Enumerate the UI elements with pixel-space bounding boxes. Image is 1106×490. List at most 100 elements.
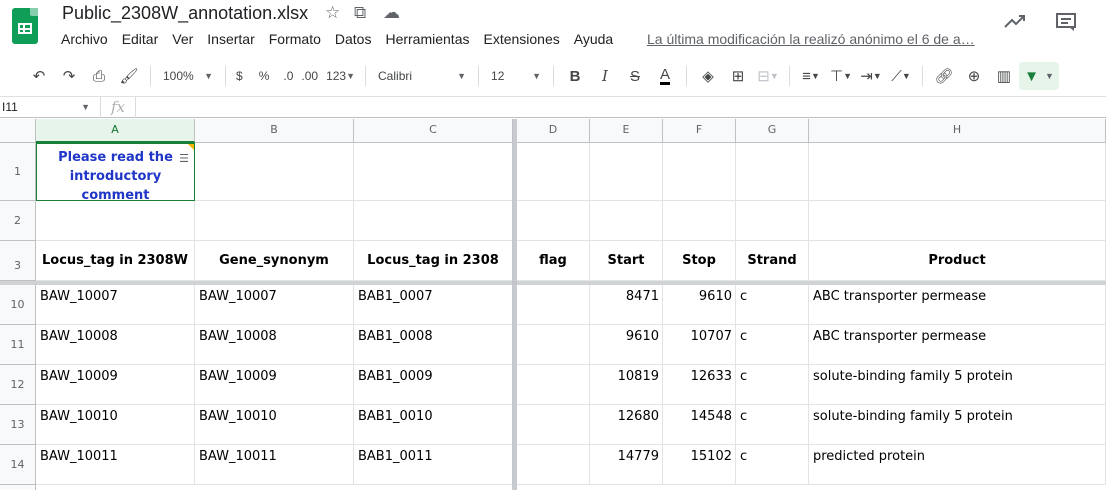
- table-row-cell-stop[interactable]: 10707: [663, 325, 736, 365]
- cell-h1[interactable]: [809, 143, 1106, 201]
- menu-archivo[interactable]: Archivo: [61, 31, 108, 47]
- table-row-cell-strand[interactable]: c: [736, 405, 809, 445]
- insert-chart-icon[interactable]: ▥: [989, 62, 1019, 90]
- cell-a1-note[interactable]: Please read the introductory comment ☰: [36, 143, 195, 201]
- cell-f2[interactable]: [663, 201, 736, 241]
- frozen-columns-divider[interactable]: [512, 119, 517, 490]
- menu-datos[interactable]: Datos: [335, 31, 372, 47]
- strikethrough-button[interactable]: S: [620, 62, 650, 90]
- table-row-cell-strand[interactable]: c: [736, 285, 809, 325]
- frozen-rows-divider[interactable]: [0, 281, 1106, 285]
- insert-comment-icon[interactable]: ⊕: [959, 62, 989, 90]
- select-all-corner[interactable]: [0, 119, 36, 143]
- cell-g2[interactable]: [736, 201, 809, 241]
- cell-e2[interactable]: [590, 201, 663, 241]
- table-row-cell-flag[interactable]: [517, 365, 590, 405]
- comments-icon[interactable]: [1055, 12, 1077, 38]
- table-row-cell-locus-2308w[interactable]: BAW_10008: [36, 325, 195, 365]
- filter-icon[interactable]: ▼ ▼: [1019, 62, 1060, 90]
- table-row-cell-flag[interactable]: [517, 445, 590, 485]
- table-row-cell-gene-synonym[interactable]: BAW_10011: [195, 445, 354, 485]
- table-row-cell-product[interactable]: solute-binding family 5 protein: [809, 405, 1106, 445]
- star-icon[interactable]: ☆: [325, 3, 340, 23]
- table-row-cell-gene-synonym[interactable]: BAW_10009: [195, 365, 354, 405]
- table-row-cell-start[interactable]: 10819: [590, 365, 663, 405]
- cell-h2[interactable]: [809, 201, 1106, 241]
- percent-format-button[interactable]: %: [255, 62, 274, 90]
- table-row-cell-locus-2308w[interactable]: BAW_10007: [36, 285, 195, 325]
- table-row-cell-strand[interactable]: c: [736, 325, 809, 365]
- table-row-cell-locus-2308w[interactable]: BAW_10011: [36, 445, 195, 485]
- italic-button[interactable]: I: [590, 62, 620, 90]
- table-row-cell-gene-synonym[interactable]: BAW_10010: [195, 405, 354, 445]
- undo-icon[interactable]: ↶: [24, 62, 54, 90]
- cell-c2[interactable]: [354, 201, 513, 241]
- last-edit-link[interactable]: La última modificación la realizó anónim…: [647, 31, 975, 47]
- menu-extensiones[interactable]: Extensiones: [483, 31, 559, 47]
- table-row-cell-locus-2308[interactable]: BAB1_0010: [354, 405, 513, 445]
- cell-b1[interactable]: [195, 143, 354, 201]
- name-box[interactable]: I11 ▼: [0, 97, 96, 118]
- header-strand[interactable]: Strand: [736, 241, 809, 281]
- header-flag[interactable]: flag: [517, 241, 590, 281]
- cell-g1[interactable]: [736, 143, 809, 201]
- menu-formato[interactable]: Formato: [269, 31, 321, 47]
- cell-c1[interactable]: [354, 143, 513, 201]
- table-row-cell-strand[interactable]: c: [736, 445, 809, 485]
- table-row-cell-locus-2308[interactable]: BAB1_0008: [354, 325, 513, 365]
- cell-a2[interactable]: [36, 201, 195, 241]
- fill-color-icon[interactable]: ◈: [693, 62, 723, 90]
- borders-icon[interactable]: ⊞: [723, 62, 753, 90]
- move-to-drive-icon[interactable]: ⧉: [354, 3, 366, 23]
- bold-button[interactable]: B: [560, 62, 590, 90]
- header-gene-synonym[interactable]: Gene_synonym: [195, 241, 354, 281]
- table-row-cell-stop[interactable]: 12633: [663, 365, 736, 405]
- table-row-cell-product[interactable]: ABC transporter permease: [809, 325, 1106, 365]
- row-header-2[interactable]: 2: [0, 201, 36, 241]
- insert-link-icon[interactable]: 🔗︎: [929, 62, 959, 90]
- text-wrap-icon[interactable]: ⇥ ▼: [856, 62, 886, 90]
- text-color-button[interactable]: A: [650, 62, 680, 90]
- table-row-cell-stop[interactable]: 9610: [663, 285, 736, 325]
- table-row-cell-start[interactable]: 8471: [590, 285, 663, 325]
- table-row-cell-flag[interactable]: [517, 405, 590, 445]
- menu-editar[interactable]: Editar: [122, 31, 159, 47]
- font-select[interactable]: Calibri ▼: [372, 62, 472, 90]
- header-locus-tag-2308w[interactable]: Locus_tag in 2308W: [36, 241, 195, 281]
- more-formats-button[interactable]: 123 ▼: [322, 62, 359, 90]
- column-header-e[interactable]: E: [590, 119, 663, 143]
- menu-herramientas[interactable]: Herramientas: [385, 31, 469, 47]
- cell-d2[interactable]: [517, 201, 590, 241]
- menu-ayuda[interactable]: Ayuda: [574, 31, 613, 47]
- column-header-a[interactable]: A: [36, 119, 195, 143]
- column-header-d[interactable]: D: [517, 119, 590, 143]
- table-row-cell-gene-synonym[interactable]: BAW_10008: [195, 325, 354, 365]
- redo-icon[interactable]: ↷: [54, 62, 84, 90]
- merge-cells-icon[interactable]: ⊟ ▼: [753, 62, 783, 90]
- row-header-15[interactable]: [0, 485, 36, 490]
- table-row-cell-locus-2308w[interactable]: BAW_10010: [36, 405, 195, 445]
- column-header-b[interactable]: B: [195, 119, 354, 143]
- row-header-12[interactable]: 12: [0, 365, 36, 405]
- table-row-cell-start[interactable]: 9610: [590, 325, 663, 365]
- cell-d1[interactable]: [517, 143, 590, 201]
- header-stop[interactable]: Stop: [663, 241, 736, 281]
- column-header-h[interactable]: H: [809, 119, 1106, 143]
- header-product[interactable]: Product: [809, 241, 1106, 281]
- table-row-cell-stop[interactable]: 15102: [663, 445, 736, 485]
- header-start[interactable]: Start: [590, 241, 663, 281]
- horizontal-align-icon[interactable]: ≡ ▼: [796, 62, 826, 90]
- formula-input[interactable]: [140, 97, 1100, 118]
- table-row-cell-gene-synonym[interactable]: BAW_10007: [195, 285, 354, 325]
- header-locus-tag-2308[interactable]: Locus_tag in 2308: [354, 241, 513, 281]
- row-header-3[interactable]: 3: [0, 241, 36, 281]
- table-row-cell-flag[interactable]: [517, 325, 590, 365]
- row-header-1[interactable]: 1: [0, 143, 36, 201]
- print-icon[interactable]: ⎙: [84, 62, 114, 90]
- activity-trend-icon[interactable]: [1004, 12, 1026, 35]
- column-header-g[interactable]: G: [736, 119, 809, 143]
- font-size-select[interactable]: 12 ▼: [485, 62, 547, 90]
- table-row-cell-start[interactable]: 14779: [590, 445, 663, 485]
- sheets-logo-icon[interactable]: [12, 8, 38, 44]
- column-header-c[interactable]: C: [354, 119, 513, 143]
